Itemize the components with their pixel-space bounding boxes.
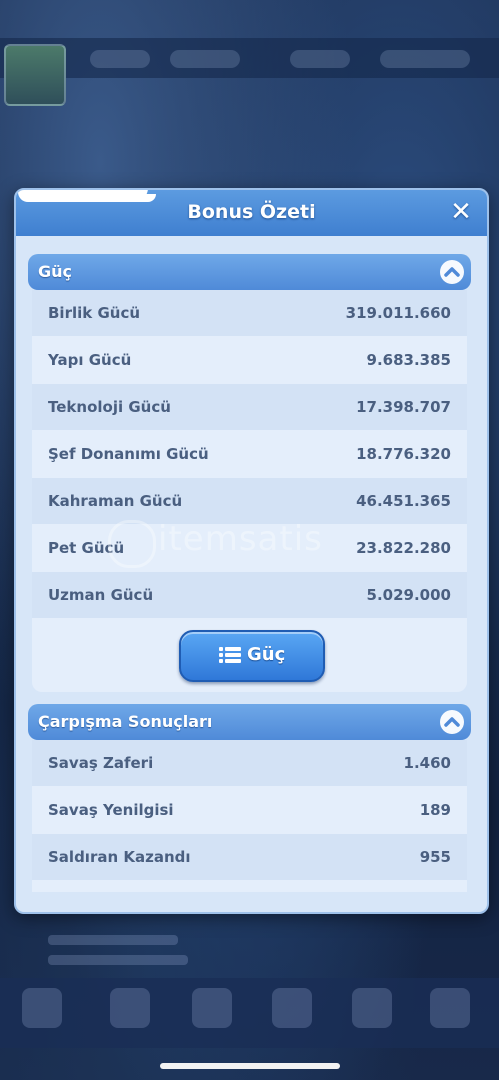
watermark-logo-icon: [108, 520, 156, 568]
row-value: 18.776.320: [356, 445, 451, 463]
section-title: Çarpışma Sonuçları: [38, 712, 213, 731]
nav-slot: [352, 988, 392, 1028]
row-label: Uzman Gücü: [48, 586, 154, 604]
nav-slot: [192, 988, 232, 1028]
table-row: [32, 881, 467, 892]
power-section-header[interactable]: Güç: [28, 254, 471, 290]
button-label: Güç: [247, 644, 286, 665]
row-label: Savaş Zaferi: [48, 754, 154, 772]
resource-chip: [90, 50, 150, 68]
list-icon: [219, 646, 241, 668]
row-value: 1.460: [403, 754, 451, 772]
table-row: Şef Donanımı Gücü 18.776.320: [32, 431, 467, 477]
dialog-title: Bonus Özeti: [187, 201, 316, 223]
row-label: Birlik Gücü: [48, 304, 141, 322]
row-label: Şef Donanımı Gücü: [48, 445, 209, 463]
dialog-header: Bonus Özeti ✕: [16, 190, 487, 236]
resource-chip: [380, 50, 470, 68]
resource-chip: [290, 50, 350, 68]
watermark: itemsatis: [158, 519, 323, 559]
battle-section-body: Savaş Zaferi 1.460 Savaş Yenilgisi 189 S…: [32, 740, 467, 892]
power-details-button[interactable]: Güç: [179, 630, 325, 682]
nav-slot: [22, 988, 62, 1028]
resource-chip: [170, 50, 240, 68]
row-label: Savaş Yenilgisi: [48, 801, 174, 819]
close-button[interactable]: ✕: [447, 198, 475, 226]
background-text: [48, 935, 178, 945]
row-label: Saldıran Kazandı: [48, 848, 191, 866]
row-value: 17.398.707: [356, 398, 451, 416]
nav-slot: [272, 988, 312, 1028]
player-avatar: [4, 44, 66, 106]
table-row: Yapı Gücü 9.683.385: [32, 337, 467, 383]
section-title: Güç: [38, 262, 73, 281]
table-row: Birlik Gücü 319.011.660: [32, 290, 467, 336]
table-row: Uzman Gücü 5.029.000: [32, 572, 467, 618]
bottom-nav-bar: [0, 978, 499, 1048]
row-value: 189: [419, 801, 451, 819]
background-text: [48, 955, 188, 965]
row-value: 23.822.280: [356, 539, 451, 557]
close-icon: ✕: [450, 197, 472, 227]
table-row: Kahraman Gücü 46.451.365: [32, 478, 467, 524]
table-row: Saldıran Kazandı 955: [32, 834, 467, 880]
row-value: 9.683.385: [366, 351, 451, 369]
row-value: 5.029.000: [366, 586, 451, 604]
table-row: Teknoloji Gücü 17.398.707: [32, 384, 467, 430]
table-row: Savaş Zaferi 1.460: [32, 740, 467, 786]
chevron-up-icon[interactable]: [439, 259, 465, 285]
row-value: 955: [419, 848, 451, 866]
battle-section-header[interactable]: Çarpışma Sonuçları: [28, 704, 471, 740]
home-indicator[interactable]: [160, 1063, 340, 1069]
chevron-up-icon[interactable]: [439, 709, 465, 735]
row-value: 319.011.660: [345, 304, 451, 322]
row-value: 46.451.365: [356, 492, 451, 510]
nav-slot: [430, 988, 470, 1028]
table-row: Savaş Yenilgisi 189: [32, 787, 467, 833]
row-label: Kahraman Gücü: [48, 492, 183, 510]
bonus-summary-dialog: Bonus Özeti ✕ Güç Birlik Gücü 319.011.66…: [14, 188, 489, 914]
row-label: Yapı Gücü: [48, 351, 132, 369]
row-label: Teknoloji Gücü: [48, 398, 171, 416]
nav-slot: [110, 988, 150, 1028]
